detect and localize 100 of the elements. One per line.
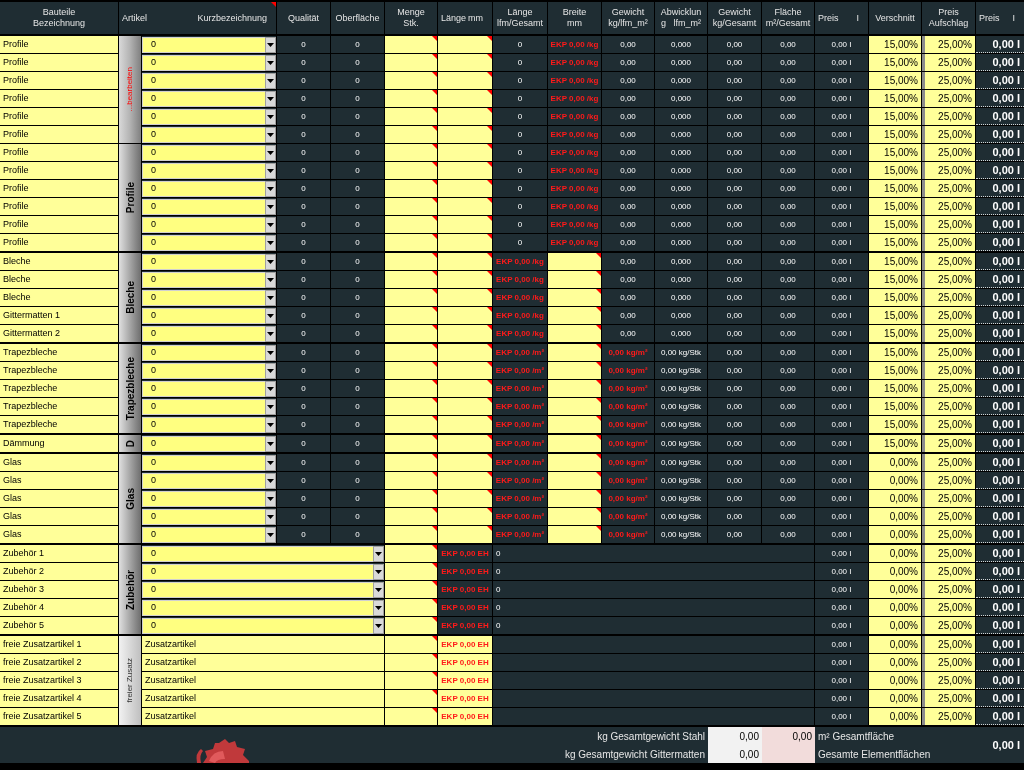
input-cell[interactable] [548, 398, 601, 415]
dropdown[interactable]: 0 [142, 399, 265, 415]
input-cell[interactable]: 0,00% [869, 690, 921, 707]
input-cell[interactable]: 0,00% [869, 545, 921, 562]
dropdown[interactable]: 0 [142, 618, 373, 634]
input-cell[interactable] [548, 472, 601, 489]
input-cell[interactable]: 25,00% [922, 545, 975, 562]
input-cell[interactable]: 25,00% [922, 362, 975, 379]
input-cell[interactable]: 25,00% [922, 180, 975, 197]
input-cell[interactable]: 25,00% [922, 198, 975, 215]
input-cell[interactable] [385, 380, 437, 397]
dropdown[interactable]: 0 [142, 491, 265, 507]
input-cell[interactable] [438, 508, 492, 525]
dropdown[interactable]: 0 [142, 91, 265, 107]
input-cell[interactable]: 15,00% [869, 289, 921, 306]
dropdown[interactable]: 0 [142, 363, 265, 379]
input-cell[interactable] [385, 344, 437, 361]
input-cell[interactable]: 25,00% [922, 581, 975, 598]
input-cell[interactable]: 15,00% [869, 216, 921, 233]
input-cell[interactable] [385, 545, 437, 562]
input-cell[interactable]: 25,00% [922, 126, 975, 143]
dropdown[interactable]: 0 [142, 272, 265, 288]
dropdown[interactable]: 0 [142, 37, 265, 53]
input-cell[interactable] [548, 253, 601, 270]
input-cell[interactable]: 25,00% [922, 490, 975, 507]
input-cell[interactable]: 0,00% [869, 636, 921, 653]
input-cell[interactable] [438, 90, 492, 107]
input-cell[interactable] [385, 198, 437, 215]
input-cell[interactable] [548, 454, 601, 471]
input-cell[interactable]: 0,00% [869, 581, 921, 598]
input-cell[interactable] [438, 472, 492, 489]
dropdown[interactable]: 0 [142, 199, 265, 215]
input-cell[interactable]: 15,00% [869, 126, 921, 143]
dropdown[interactable]: 0 [142, 55, 265, 71]
dropdown[interactable]: 0 [142, 509, 265, 525]
input-cell[interactable] [548, 344, 601, 361]
input-cell[interactable] [385, 599, 437, 616]
input-cell[interactable]: 0,00% [869, 472, 921, 489]
input-cell[interactable] [385, 581, 437, 598]
input-cell[interactable] [385, 307, 437, 324]
dropdown[interactable]: 0 [142, 582, 373, 598]
dropdown[interactable]: 0 [142, 473, 265, 489]
input-cell[interactable] [385, 416, 437, 433]
dropdown[interactable]: 0 [142, 254, 265, 270]
input-cell[interactable]: 25,00% [922, 325, 975, 342]
input-cell[interactable] [548, 526, 601, 543]
input-cell[interactable]: 0,00% [869, 563, 921, 580]
input-cell[interactable] [438, 454, 492, 471]
input-cell[interactable]: 15,00% [869, 435, 921, 452]
input-cell[interactable]: 15,00% [869, 398, 921, 415]
input-cell[interactable]: 15,00% [869, 362, 921, 379]
input-cell[interactable]: 15,00% [869, 72, 921, 89]
input-cell[interactable] [385, 162, 437, 179]
input-cell[interactable] [385, 435, 437, 452]
dropdown[interactable]: 0 [142, 109, 265, 125]
input-cell[interactable]: 25,00% [922, 416, 975, 433]
input-cell[interactable] [385, 708, 437, 725]
dropdown[interactable]: 0 [142, 564, 373, 580]
input-cell[interactable] [438, 307, 492, 324]
input-cell[interactable] [438, 490, 492, 507]
input-cell[interactable]: 25,00% [922, 398, 975, 415]
input-cell[interactable]: Zusatzartikel [142, 672, 384, 689]
input-cell[interactable]: 25,00% [922, 454, 975, 471]
input-cell[interactable] [385, 617, 437, 634]
dropdown[interactable]: 0 [142, 436, 265, 452]
input-cell[interactable] [385, 144, 437, 161]
input-cell[interactable]: 15,00% [869, 344, 921, 361]
input-cell[interactable] [385, 563, 437, 580]
input-cell[interactable] [548, 362, 601, 379]
dropdown[interactable]: 0 [142, 455, 265, 471]
input-cell[interactable]: 25,00% [922, 108, 975, 125]
input-cell[interactable]: 25,00% [922, 162, 975, 179]
input-cell[interactable]: 25,00% [922, 289, 975, 306]
dropdown[interactable]: 0 [142, 73, 265, 89]
input-cell[interactable]: 25,00% [922, 271, 975, 288]
input-cell[interactable] [438, 162, 492, 179]
input-cell[interactable] [438, 54, 492, 71]
input-cell[interactable] [548, 307, 601, 324]
dropdown[interactable]: 0 [142, 163, 265, 179]
input-cell[interactable] [438, 289, 492, 306]
input-cell[interactable]: 25,00% [922, 144, 975, 161]
input-cell[interactable]: 25,00% [922, 216, 975, 233]
input-cell[interactable] [385, 325, 437, 342]
input-cell[interactable] [385, 54, 437, 71]
input-cell[interactable]: 25,00% [922, 472, 975, 489]
input-cell[interactable]: 25,00% [922, 90, 975, 107]
input-cell[interactable] [385, 36, 437, 53]
input-cell[interactable] [385, 289, 437, 306]
input-cell[interactable] [385, 253, 437, 270]
input-cell[interactable] [438, 435, 492, 452]
dropdown[interactable]: 0 [142, 417, 265, 433]
input-cell[interactable] [438, 72, 492, 89]
input-cell[interactable] [438, 144, 492, 161]
input-cell[interactable]: 0,00% [869, 617, 921, 634]
input-cell[interactable] [438, 398, 492, 415]
input-cell[interactable] [438, 271, 492, 288]
input-cell[interactable]: 15,00% [869, 380, 921, 397]
input-cell[interactable]: 15,00% [869, 253, 921, 270]
input-cell[interactable]: 15,00% [869, 180, 921, 197]
input-cell[interactable] [385, 126, 437, 143]
